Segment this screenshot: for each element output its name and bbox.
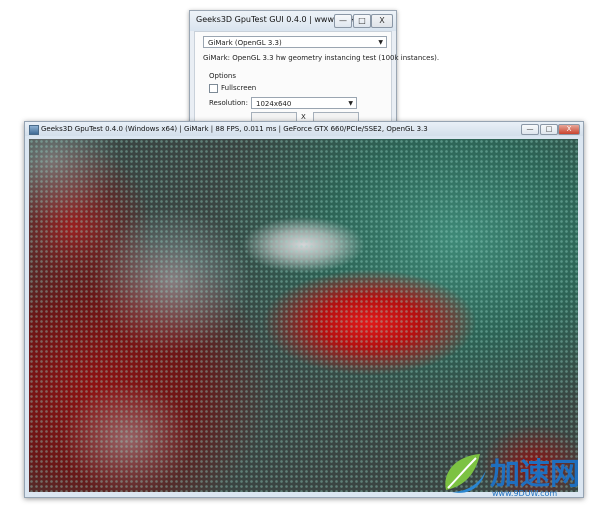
- minimize-button[interactable]: —: [521, 124, 539, 135]
- test-description: GiMark: OpenGL 3.3 hw geometry instancin…: [203, 54, 440, 62]
- maximize-button[interactable]: □: [540, 124, 558, 135]
- test-select-value: GiMark (OpenGL 3.3): [208, 39, 282, 47]
- watermark-url: www.9DUW.com: [492, 489, 558, 498]
- fullscreen-label: Fullscreen: [221, 84, 257, 92]
- resolution-value: 1024x640: [256, 100, 292, 108]
- dimension-separator: X: [301, 113, 306, 121]
- gui-titlebar[interactable]: Geeks3D GpuTest GUI 0.4.0 | www.geeks3d.…: [190, 11, 396, 31]
- render-window-title: Geeks3D GpuTest 0.4.0 (Windows x64) | Gi…: [41, 125, 428, 133]
- minimize-button[interactable]: —: [334, 14, 352, 28]
- fullscreen-checkbox[interactable]: [209, 84, 218, 93]
- gpu-test-gui-window: Geeks3D GpuTest GUI 0.4.0 | www.geeks3d.…: [189, 10, 439, 132]
- chevron-down-icon: ▼: [348, 100, 353, 107]
- render-canvas[interactable]: [29, 139, 578, 492]
- app-icon: [29, 125, 39, 135]
- close-button[interactable]: X: [371, 14, 393, 28]
- render-titlebar[interactable]: Geeks3D GpuTest 0.4.0 (Windows x64) | Gi…: [25, 122, 583, 136]
- svg-text:加: 加: [490, 457, 520, 492]
- svg-text:网: 网: [550, 457, 580, 492]
- site-logo: 加 速 网 www.9DUW.com: [436, 442, 596, 502]
- svg-text:速: 速: [520, 457, 550, 492]
- options-label: Options: [209, 72, 237, 80]
- maximize-button[interactable]: □: [353, 14, 371, 28]
- resolution-label: Resolution:: [209, 99, 248, 107]
- resolution-select[interactable]: 1024x640 ▼: [251, 97, 357, 109]
- test-select[interactable]: GiMark (OpenGL 3.3) ▼: [203, 36, 387, 48]
- gui-client-area: GiMark (OpenGL 3.3) ▼ GiMark: OpenGL 3.3…: [194, 31, 439, 131]
- chevron-down-icon: ▼: [378, 39, 383, 46]
- render-instanced-geometry: [29, 139, 578, 492]
- close-button[interactable]: X: [558, 124, 580, 135]
